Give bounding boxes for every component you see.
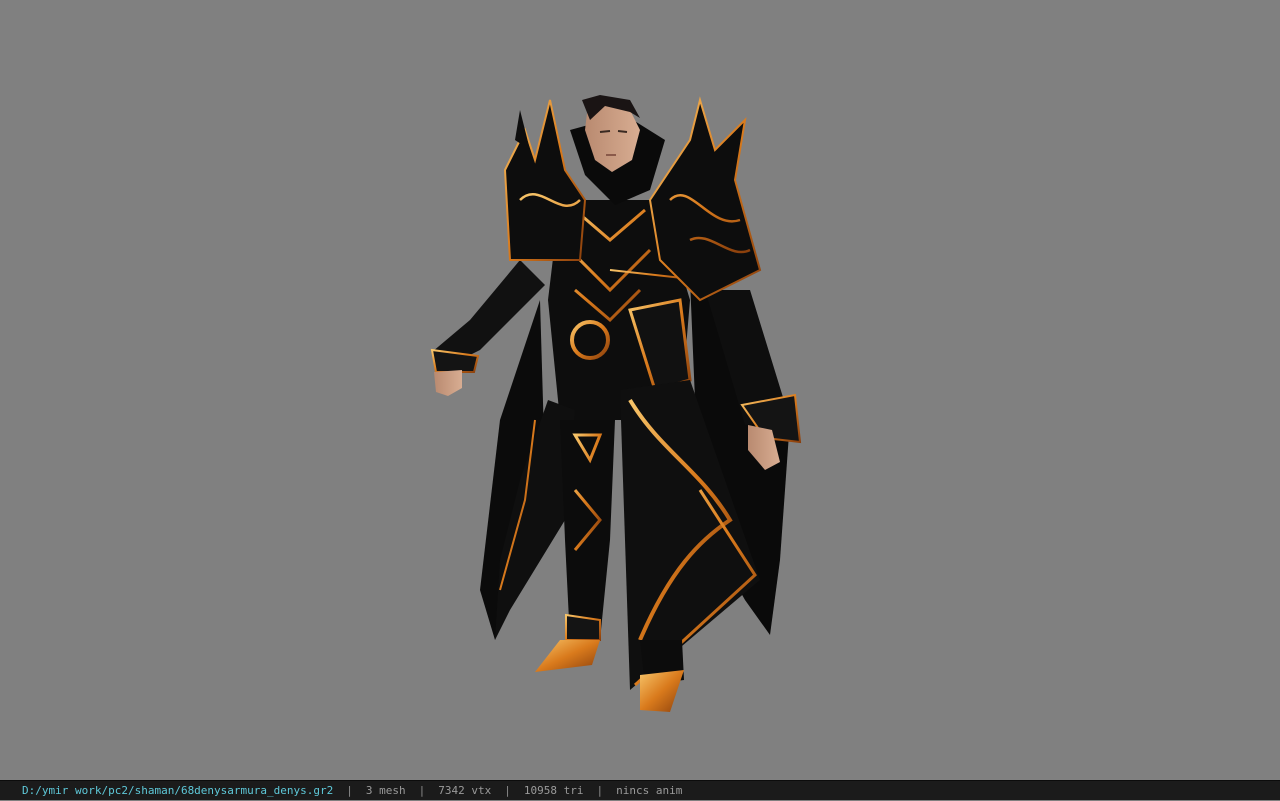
mesh-count: 3 mesh bbox=[365, 784, 406, 797]
character-model bbox=[430, 95, 802, 712]
status-separator: | bbox=[596, 784, 604, 797]
vertex-count: 7342 vtx bbox=[438, 784, 492, 797]
model-viewport[interactable] bbox=[0, 0, 1280, 780]
anim-status: nincs anim bbox=[616, 784, 683, 797]
triangle-count: 10958 tri bbox=[523, 784, 584, 797]
status-separator: | bbox=[346, 784, 353, 797]
file-path: D:/ymir work/pc2/shaman/68denysarmura_de… bbox=[22, 784, 334, 797]
status-separator: | bbox=[504, 784, 511, 797]
status-bar: D:/ymir work/pc2/shaman/68denysarmura_de… bbox=[0, 780, 1280, 800]
status-separator: | bbox=[418, 784, 426, 797]
